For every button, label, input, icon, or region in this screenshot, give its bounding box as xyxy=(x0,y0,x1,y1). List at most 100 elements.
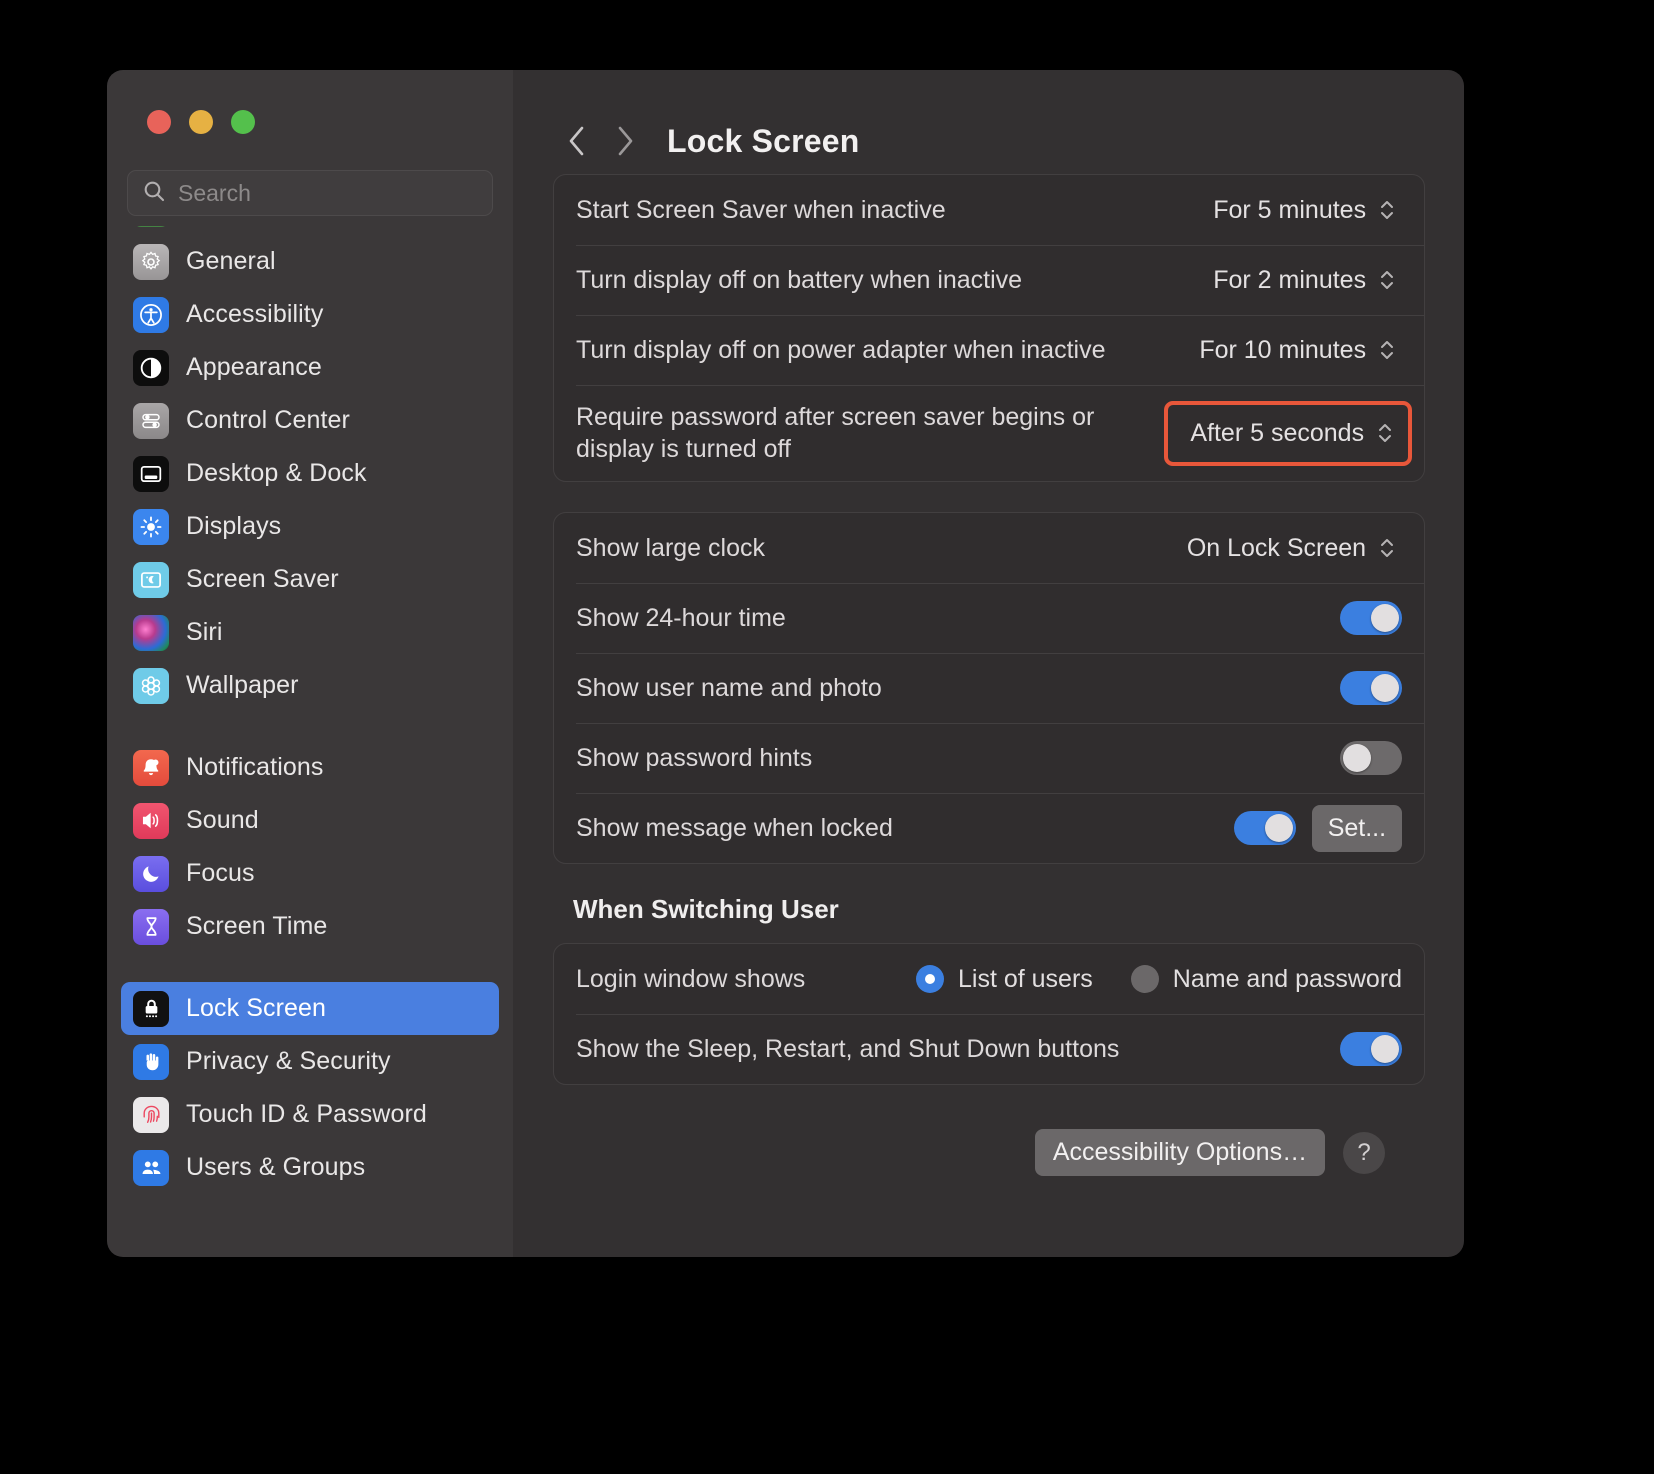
sidebar-item-label: Lock Screen xyxy=(186,994,327,1022)
popup-value: For 10 minutes xyxy=(1199,335,1367,364)
radio-name-and-password[interactable]: Name and password xyxy=(1130,965,1402,994)
sidebar-item-siri[interactable]: Siri xyxy=(121,606,499,659)
lock-screen-display-group: Show large clock On Lock Screen Show 24-… xyxy=(553,512,1426,864)
sidebar-item-focus[interactable]: Focus xyxy=(121,847,499,900)
row-show-user-name-photo[interactable]: Show user name and photo xyxy=(554,653,1425,723)
sidebar-item-privacy-security[interactable]: Privacy & Security xyxy=(121,1035,499,1088)
chevron-updown-icon xyxy=(1378,266,1396,294)
search-input[interactable] xyxy=(178,179,478,207)
sidebar-item-label: Screen Time xyxy=(186,912,328,940)
row-label: Start Screen Saver when inactive xyxy=(576,196,946,224)
row-label: Show the Sleep, Restart, and Shut Down b… xyxy=(576,1035,1120,1063)
row-label: Show large clock xyxy=(576,534,765,562)
sidebar-item-label: Users & Groups xyxy=(186,1153,366,1181)
display-off-power-adapter-popup[interactable]: For 10 minutes xyxy=(1189,330,1402,371)
control-center-icon xyxy=(133,402,169,439)
sidebar-item-partial[interactable] xyxy=(121,226,499,235)
row-show-24-hour-time[interactable]: Show 24-hour time xyxy=(554,583,1425,653)
sidebar-item-desktop-dock[interactable]: Desktop & Dock xyxy=(121,447,499,500)
radio-dot-icon xyxy=(916,965,944,993)
row-label: Show password hints xyxy=(576,744,813,772)
chevron-right-icon[interactable] xyxy=(601,117,649,165)
toolbar: Lock Screen xyxy=(513,70,1464,174)
row-label: Turn display off on power adapter when i… xyxy=(576,336,1106,364)
show-user-name-photo-toggle[interactable] xyxy=(1340,671,1403,705)
show-large-clock-popup[interactable]: On Lock Screen xyxy=(1177,528,1402,569)
require-password-popup[interactable]: After 5 seconds xyxy=(1164,400,1413,466)
sidebar-item-label: Siri xyxy=(186,618,223,646)
chevron-left-icon[interactable] xyxy=(553,117,601,165)
row-display-off-battery[interactable]: Turn display off on battery when inactiv… xyxy=(554,245,1425,315)
sidebar-item-displays[interactable]: Displays xyxy=(121,500,499,553)
sidebar-item-lock-screen[interactable]: Lock Screen xyxy=(121,982,499,1035)
radio-label: List of users xyxy=(958,964,1093,993)
sidebar-item-general[interactable]: General xyxy=(121,235,499,288)
gear-icon xyxy=(133,243,169,280)
sidebar-item-label: Privacy & Security xyxy=(186,1047,391,1075)
row-show-sleep-restart-shutdown[interactable]: Show the Sleep, Restart, and Shut Down b… xyxy=(554,1014,1425,1084)
footer-buttons: Accessibility Options… ? xyxy=(553,1115,1425,1176)
show-message-when-locked-toggle[interactable] xyxy=(1233,811,1296,845)
minimize-button[interactable] xyxy=(189,110,213,134)
sidebar-item-accessibility[interactable]: Accessibility xyxy=(121,288,499,341)
close-button[interactable] xyxy=(147,110,171,134)
search-field[interactable] xyxy=(127,170,493,216)
row-label: Show user name and photo xyxy=(576,674,882,702)
sidebar-item-label: Focus xyxy=(186,859,255,887)
sidebar-item-appearance[interactable]: Appearance xyxy=(121,341,499,394)
row-show-large-clock[interactable]: Show large clock On Lock Screen xyxy=(554,513,1424,583)
toggle-knob xyxy=(1343,744,1372,772)
show-password-hints-toggle[interactable] xyxy=(1340,741,1403,775)
row-start-screen-saver[interactable]: Start Screen Saver when inactive For 5 m… xyxy=(554,175,1424,245)
brightness-icon xyxy=(133,508,169,545)
sidebar-item-control-center[interactable]: Control Center xyxy=(121,394,499,447)
toggle-knob xyxy=(1371,674,1400,702)
help-button[interactable]: ? xyxy=(1343,1131,1386,1174)
accessibility-icon xyxy=(133,296,169,333)
set-message-button[interactable]: Set... xyxy=(1311,804,1403,852)
radio-list-of-users[interactable]: List of users xyxy=(916,965,1093,994)
row-show-password-hints[interactable]: Show password hints xyxy=(554,723,1425,793)
row-require-password[interactable]: Require password after screen saver begi… xyxy=(554,385,1425,481)
sidebar-item-wallpaper[interactable]: Wallpaper xyxy=(121,659,499,712)
toggle-knob xyxy=(1264,814,1293,842)
fingerprint-icon xyxy=(133,1096,169,1133)
timing-settings-group: Start Screen Saver when inactive For 5 m… xyxy=(553,174,1426,482)
sidebar-item-touch-id-password[interactable]: Touch ID & Password xyxy=(121,1088,499,1141)
screen-saver-icon xyxy=(133,561,169,598)
hourglass-icon xyxy=(133,908,169,945)
sidebar-item-label: Sound xyxy=(186,806,259,834)
show-sleep-restart-shutdown-toggle[interactable] xyxy=(1340,1032,1403,1066)
chevron-updown-icon xyxy=(1378,534,1396,562)
window-traffic-lights xyxy=(107,70,513,134)
zoom-button[interactable] xyxy=(231,110,255,134)
sidebar-item-label: Appearance xyxy=(186,353,322,381)
sidebar-item-screen-time[interactable]: Screen Time xyxy=(121,900,499,953)
sidebar-item-screen-saver[interactable]: Screen Saver xyxy=(121,553,499,606)
accessibility-options-button[interactable]: Accessibility Options… xyxy=(1034,1129,1326,1176)
wallpaper-icon xyxy=(133,667,169,704)
appearance-icon xyxy=(133,349,169,386)
sidebar-nav: General Accessibility Appearance Control… xyxy=(107,226,513,1186)
start-screen-saver-popup[interactable]: For 5 minutes xyxy=(1203,190,1402,231)
row-display-off-power-adapter[interactable]: Turn display off on power adapter when i… xyxy=(554,315,1425,385)
display-off-battery-popup[interactable]: For 2 minutes xyxy=(1203,260,1402,301)
chevron-updown-icon xyxy=(1376,419,1394,447)
sidebar-item-label: Accessibility xyxy=(186,300,324,328)
row-login-window-shows: Login window shows List of users Name an… xyxy=(554,944,1424,1014)
sidebar-item-notifications[interactable]: Notifications xyxy=(121,741,499,794)
radio-dot-icon xyxy=(1130,965,1159,993)
row-show-message-when-locked[interactable]: Show message when locked Set... xyxy=(554,793,1425,863)
toggle-knob xyxy=(1371,1035,1400,1063)
show-24-hour-time-toggle[interactable] xyxy=(1340,601,1403,635)
sidebar-item-users-groups[interactable]: Users & Groups xyxy=(121,1141,499,1186)
bell-icon xyxy=(133,749,169,786)
sidebar-divider xyxy=(121,953,499,982)
popup-value: After 5 seconds xyxy=(1190,418,1365,447)
sidebar-item-sound[interactable]: Sound xyxy=(121,794,499,847)
speaker-icon xyxy=(133,802,169,839)
main-panel: Lock Screen Start Screen Saver when inac… xyxy=(513,70,1464,1257)
row-label: Show 24-hour time xyxy=(576,604,786,632)
moon-icon xyxy=(133,855,169,892)
sidebar-item-label: Control Center xyxy=(186,406,350,434)
